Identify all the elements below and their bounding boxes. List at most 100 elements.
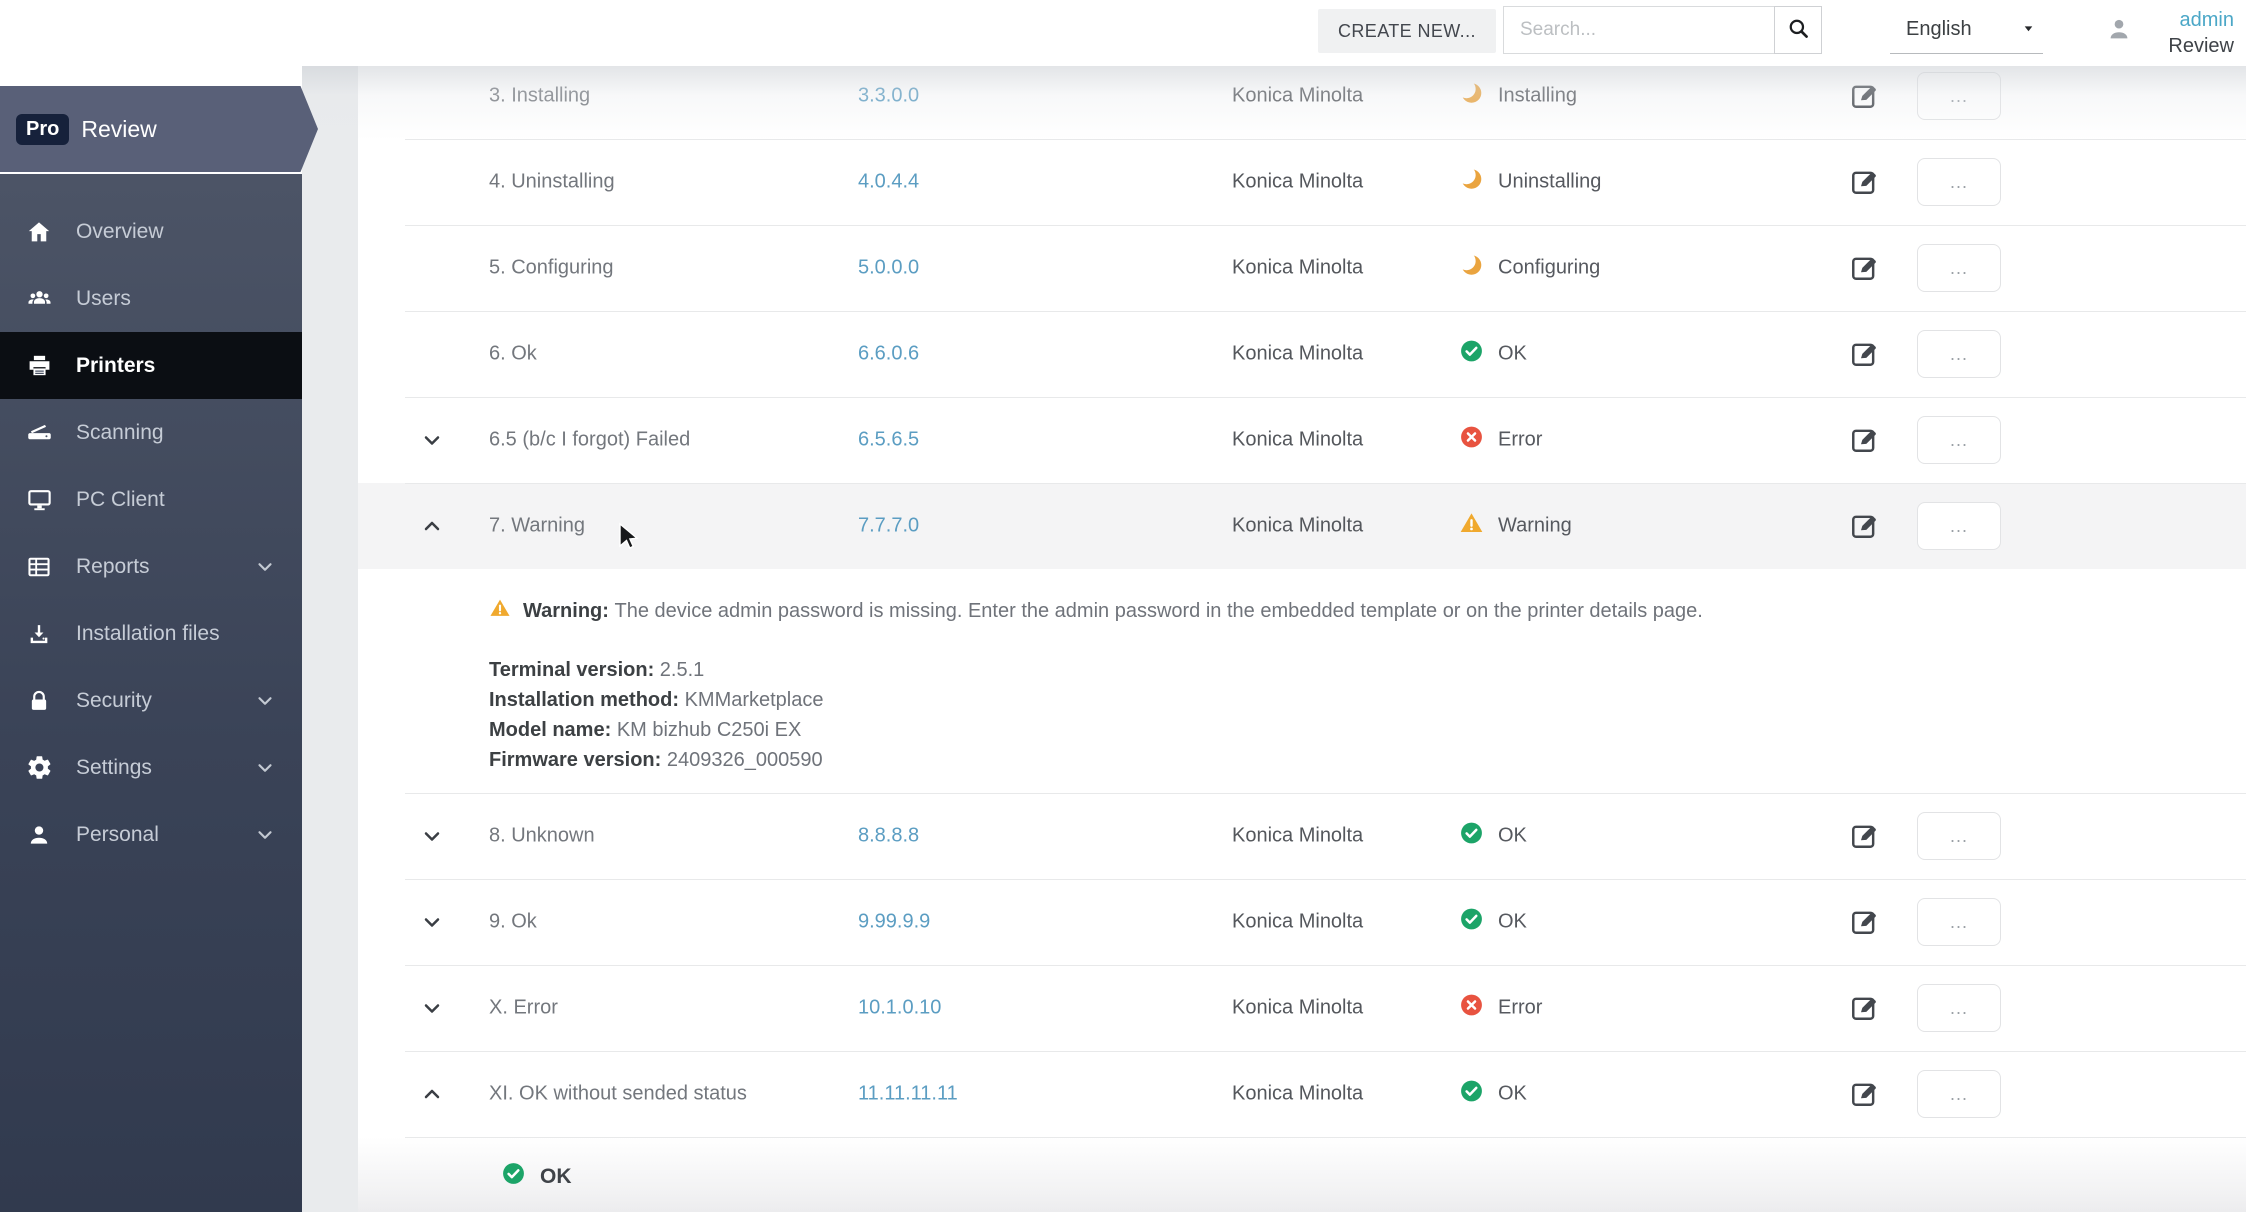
search-button[interactable] [1774, 6, 1822, 54]
warning-detail-message: The device admin password is missing. En… [614, 599, 1703, 622]
printer-version-link[interactable]: 9.99.9.9 [858, 911, 930, 934]
edit-icon[interactable] [1849, 1079, 1880, 1110]
printer-version-link[interactable]: 3.3.0.0 [858, 85, 919, 108]
row-more-button[interactable]: ... [1917, 812, 2001, 860]
sidebar-item-reports[interactable]: Reports [0, 533, 302, 600]
chevron-up-icon[interactable] [417, 514, 447, 538]
printer-status-label: Error [1498, 428, 1543, 451]
printer-name: 8. Unknown [489, 824, 595, 847]
row-expanded-warning-detail: Warning: The device admin password is mi… [357, 569, 2246, 793]
printer-version-link[interactable]: 7.7.7.0 [858, 515, 919, 538]
edit-icon[interactable] [1849, 167, 1880, 198]
chevron-down-icon[interactable] [417, 428, 447, 452]
printer-version-link[interactable]: 4.0.4.4 [858, 171, 919, 194]
user-info: admin Review [2168, 7, 2234, 59]
search-input[interactable] [1503, 6, 1775, 54]
sidebar-item-users[interactable]: Users [0, 265, 302, 332]
printer-status: OK [1459, 1079, 1527, 1110]
printer-vendor: Konica Minolta [1232, 824, 1364, 847]
language-select[interactable]: English [1890, 6, 2043, 54]
top-bar: CREATE NEW... English admin Review [0, 0, 2246, 66]
sidebar-item-settings[interactable]: Settings [0, 734, 302, 801]
user-name-link[interactable]: admin [2168, 7, 2234, 33]
sidebar-item-installation-files[interactable]: Installation files [0, 600, 302, 667]
printer-vendor: Konica Minolta [1232, 428, 1364, 451]
sidebar-item-security[interactable]: Security [0, 667, 302, 734]
lock-icon [24, 688, 54, 714]
x-circle-icon [1459, 993, 1484, 1024]
printer-status: Error [1459, 425, 1542, 456]
sidebar-nav: Overview Users Printers Scanning PC Clie… [0, 174, 302, 1212]
printer-version-link[interactable]: 8.8.8.8 [858, 825, 919, 848]
row-more-button[interactable]: ... [1917, 72, 2001, 120]
printer-status: Warning [1459, 511, 1572, 542]
row-more-button[interactable]: ... [1917, 158, 2001, 206]
printer-name: 6. Ok [489, 342, 537, 365]
edit-icon[interactable] [1849, 425, 1880, 456]
brand-badge: Pro [16, 113, 70, 145]
search-box [1503, 6, 1822, 54]
warning-detail-label: Warning: [523, 599, 609, 622]
edit-icon[interactable] [1849, 339, 1880, 370]
row-more-button[interactable]: ... [1917, 984, 2001, 1032]
row-more-button[interactable]: ... [1917, 330, 2001, 378]
printer-name: XI. OK without sended status [489, 1082, 747, 1105]
chevron-up-icon[interactable] [417, 1082, 447, 1106]
printer-vendor: Konica Minolta [1232, 256, 1364, 279]
table-row: 6.5 (b/c I forgot) Failed 6.5.6.5 Konica… [357, 397, 2246, 483]
printer-version-link[interactable]: 11.11.11.11 [858, 1083, 958, 1106]
warning-detail-text: Warning: The device admin password is mi… [523, 600, 1703, 623]
person-icon [24, 822, 54, 848]
chevron-down-icon[interactable] [417, 824, 447, 848]
sidebar-item-pc-client[interactable]: PC Client [0, 466, 302, 533]
printer-status-label: OK [1498, 910, 1527, 933]
printer-version-link[interactable]: 6.5.6.5 [858, 429, 919, 452]
row-more-button[interactable]: ... [1917, 898, 2001, 946]
edit-icon[interactable] [1849, 907, 1880, 938]
brand-name: Review [81, 115, 157, 142]
printer-version-link[interactable]: 6.6.0.6 [858, 343, 919, 366]
table-row: 7. Warning 7.7.7.0 Konica Minolta Warnin… [357, 483, 2246, 569]
printer-icon [24, 352, 54, 379]
printer-status: Configuring [1459, 253, 1600, 284]
sidebar-item-personal[interactable]: Personal [0, 801, 302, 868]
printer-management-app: 3. Installing 3.3.0.0 Konica Minolta Ins… [0, 0, 2246, 1212]
printer-status-label: OK [1498, 342, 1527, 365]
edit-icon[interactable] [1849, 511, 1880, 542]
language-value: English [1906, 18, 1972, 40]
table-row: XI. OK without sended status 11.11.11.11… [357, 1051, 2246, 1137]
printer-vendor: Konica Minolta [1232, 170, 1364, 193]
detail-field-installation-method: Installation method: KMMarketplace [489, 689, 824, 711]
row-more-button[interactable]: ... [1917, 416, 2001, 464]
table-row: 9. Ok 9.99.9.9 Konica Minolta OK ... [357, 879, 2246, 965]
printer-version-link[interactable]: 5.0.0.0 [858, 257, 919, 280]
row-more-button[interactable]: ... [1917, 244, 2001, 292]
printer-version-link[interactable]: 10.1.0.10 [858, 997, 941, 1020]
printer-status: OK [1459, 339, 1527, 370]
printer-status: Installing [1459, 81, 1577, 112]
sidebar-item-scanning[interactable]: Scanning [0, 399, 302, 466]
edit-icon[interactable] [1849, 993, 1880, 1024]
edit-icon[interactable] [1849, 821, 1880, 852]
content-left-gutter [302, 66, 358, 1212]
sidebar-item-printers[interactable]: Printers [0, 332, 302, 399]
row-more-button[interactable]: ... [1917, 502, 2001, 550]
check-circle-icon [1459, 907, 1484, 938]
table-row: X. Error 10.1.0.10 Konica Minolta Error … [357, 965, 2246, 1051]
sidebar-item-overview[interactable]: Overview [0, 198, 302, 265]
chevron-down-icon[interactable] [417, 996, 447, 1020]
printer-status: Uninstalling [1459, 167, 1601, 198]
table-row: 4. Uninstalling 4.0.4.4 Konica Minolta U… [357, 139, 2246, 225]
printer-status-label: OK [1498, 824, 1527, 847]
table-row: 8. Unknown 8.8.8.8 Konica Minolta OK ... [357, 793, 2246, 879]
edit-icon[interactable] [1849, 253, 1880, 284]
monitor-icon [24, 486, 54, 513]
create-new-button[interactable]: CREATE NEW... [1318, 9, 1496, 53]
chevron-down-icon[interactable] [417, 910, 447, 934]
users-icon [24, 285, 54, 312]
row-more-button[interactable]: ... [1917, 1070, 2001, 1118]
edit-icon[interactable] [1849, 81, 1880, 112]
printer-status: OK [1459, 907, 1527, 938]
printer-status: Error [1459, 993, 1542, 1024]
detail-field-firmware-version: Firmware version: 2409326_000590 [489, 749, 823, 771]
